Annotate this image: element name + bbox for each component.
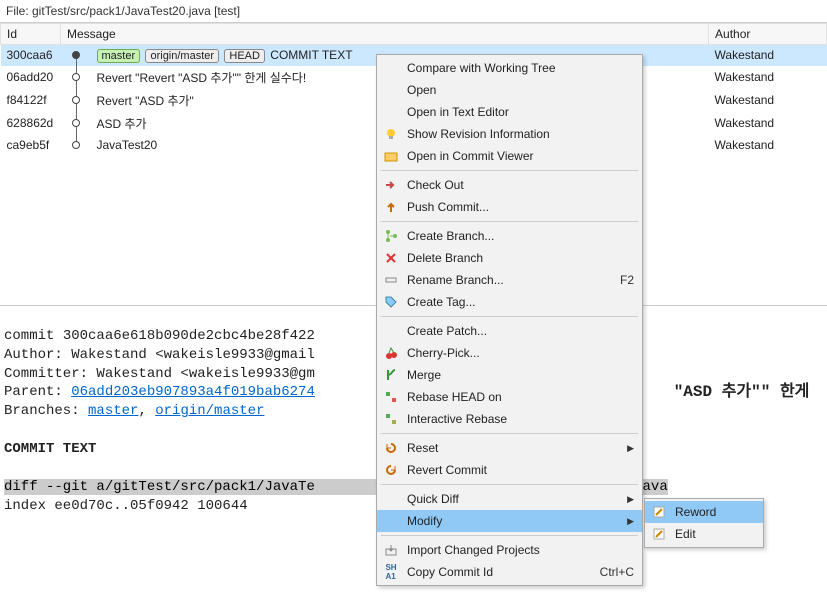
menu-rename-branch[interactable]: Rename Branch...F2	[377, 269, 642, 291]
submenu-edit[interactable]: Edit	[645, 523, 763, 545]
commit-id: 06add20	[1, 66, 61, 89]
edit-icon	[649, 527, 669, 541]
menu-show-revision[interactable]: Show Revision Information	[377, 123, 642, 145]
rebase-icon	[381, 412, 401, 426]
menu-create-tag[interactable]: Create Tag...	[377, 291, 642, 313]
menu-modify[interactable]: Modify▶	[377, 510, 642, 532]
bulb-icon	[381, 127, 401, 141]
menu-reset[interactable]: Reset▶	[377, 437, 642, 459]
menu-delete-branch[interactable]: Delete Branch	[377, 247, 642, 269]
context-menu: Compare with Working Tree Open Open in T…	[376, 54, 643, 586]
menu-revert[interactable]: Revert Commit	[377, 459, 642, 481]
parent-link[interactable]: 06add203eb907893a4f019bab6274	[71, 384, 315, 400]
head-tag: HEAD	[224, 49, 265, 63]
menu-copy-commit-id[interactable]: SHA1Copy Commit IdCtrl+C	[377, 561, 642, 583]
graph-cell	[61, 135, 91, 155]
col-id[interactable]: Id	[1, 24, 61, 45]
menu-cherry-pick[interactable]: Cherry-Pick...	[377, 342, 642, 364]
menu-rebase-head[interactable]: Rebase HEAD on	[377, 386, 642, 408]
import-icon	[381, 543, 401, 557]
file-path-bar: File: gitTest/src/pack1/JavaTest20.java …	[0, 0, 827, 22]
delete-icon	[381, 251, 401, 265]
commit-author: Wakestand	[709, 45, 827, 66]
branch-tag: origin/master	[145, 49, 219, 63]
cherry-icon	[381, 346, 401, 360]
revert-icon	[381, 463, 401, 477]
tag-icon	[381, 295, 401, 309]
reset-icon	[381, 441, 401, 455]
commit-author: Wakestand	[709, 66, 827, 89]
menu-open[interactable]: Open	[377, 79, 642, 101]
commit-id: ca9eb5f	[1, 135, 61, 155]
graph-cell	[61, 45, 91, 66]
rebase-icon	[381, 390, 401, 404]
menu-interactive-rebase[interactable]: Interactive Rebase	[377, 408, 642, 430]
menu-open-commit-viewer[interactable]: Open in Commit Viewer	[377, 145, 642, 167]
folder-icon	[381, 149, 401, 163]
menu-create-branch[interactable]: Create Branch...	[377, 225, 642, 247]
commit-author: Wakestand	[709, 89, 827, 112]
graph-cell	[61, 89, 91, 112]
col-author[interactable]: Author	[709, 24, 827, 45]
merge-icon	[381, 368, 401, 382]
commit-author: Wakestand	[709, 112, 827, 135]
sha-icon: SHA1	[381, 563, 401, 581]
menu-push[interactable]: Push Commit...	[377, 196, 642, 218]
menu-checkout[interactable]: Check Out	[377, 174, 642, 196]
table-header-row: Id Message Author	[1, 24, 827, 45]
menu-open-editor[interactable]: Open in Text Editor	[377, 101, 642, 123]
branch-link[interactable]: master	[88, 403, 138, 419]
menu-quick-diff[interactable]: Quick Diff▶	[377, 488, 642, 510]
branch-tag: master	[97, 49, 141, 63]
branch-link[interactable]: origin/master	[155, 403, 264, 419]
push-icon	[381, 200, 401, 214]
menu-compare[interactable]: Compare with Working Tree	[377, 57, 642, 79]
submenu-reword[interactable]: Reword	[645, 501, 763, 523]
modify-submenu: Reword Edit	[644, 498, 764, 548]
commit-id: f84122f	[1, 89, 61, 112]
rename-icon	[381, 273, 401, 287]
commit-author: Wakestand	[709, 135, 827, 155]
commit-id: 628862d	[1, 112, 61, 135]
commit-subject-right: "ASD 추가"" 한게	[674, 382, 819, 404]
branch-icon	[381, 229, 401, 243]
menu-create-patch[interactable]: Create Patch...	[377, 320, 642, 342]
menu-import-projects[interactable]: Import Changed Projects	[377, 539, 642, 561]
edit-icon	[649, 505, 669, 519]
checkout-icon	[381, 178, 401, 192]
graph-cell	[61, 66, 91, 89]
commit-id: 300caa6	[1, 45, 61, 66]
menu-merge[interactable]: Merge	[377, 364, 642, 386]
graph-cell	[61, 112, 91, 135]
col-message[interactable]: Message	[61, 24, 709, 45]
